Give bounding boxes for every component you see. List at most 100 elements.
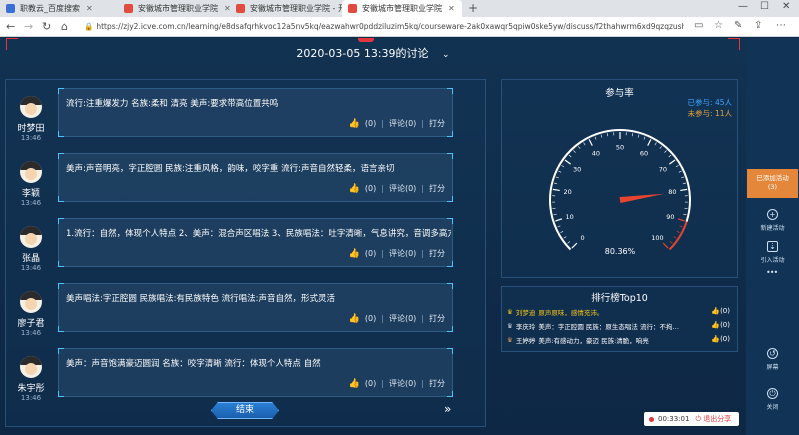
ranking-row: ♛ 刘梦迪 原声原味，感情充沛。 [507, 306, 722, 318]
reload-icon[interactable]: ↻ [42, 20, 51, 33]
tab-favicon-icon [6, 4, 15, 13]
like-count: (0) [364, 379, 377, 388]
gauge-tick [606, 133, 609, 137]
gauge-tick [567, 241, 571, 244]
gauge-tick [573, 150, 576, 153]
end-button[interactable]: 结束 [211, 402, 279, 419]
like-icon[interactable]: 👍 [349, 314, 360, 324]
post-author: 李颖 [21, 189, 40, 199]
url-field[interactable]: 🔒 https://zjy2.icve.com.cn/learning/e8ds… [84, 19, 684, 34]
reader-icon[interactable]: ▭ [694, 20, 703, 31]
close-tab-icon[interactable]: ✕ [86, 4, 93, 13]
gauge-tick-label: 100 [651, 234, 663, 242]
gauge-tick [662, 242, 669, 249]
screen-share-stage: 2020-03-05 13:39的讨论 ⌄ 时梦田 13:46 流行:注重爆发力 名… [0, 38, 746, 435]
added-activities-button[interactable]: 已添加活动 (3) [747, 169, 798, 198]
back-icon[interactable]: ← [6, 20, 15, 33]
ranking-like[interactable]: 👍(0) [711, 307, 730, 315]
like-icon[interactable]: 👍 [349, 184, 360, 194]
comment-link[interactable]: 评论(0) [389, 248, 416, 259]
screen-button[interactable]: ↺ 屏幕 [746, 348, 799, 371]
close-window-icon[interactable]: ✕ [782, 1, 790, 12]
import-activity-button[interactable]: ⇣ 引入活动 [746, 241, 799, 264]
post-text: 美声：声音饱满豪迈圆润 名族：咬字清晰 流行：体现个人特点 自然 [66, 359, 321, 369]
gauge-tick [558, 170, 562, 173]
new-activity-button[interactable]: + 新建活动 [746, 209, 799, 232]
recording-time: 00:33:01 [658, 415, 690, 423]
apps-grid-icon[interactable]: ••• [766, 268, 778, 277]
gauge-tick [600, 134, 603, 138]
power-icon: ⏻ [767, 388, 778, 399]
avatar [20, 291, 42, 313]
minimize-icon[interactable]: — [738, 1, 748, 12]
gauge-tick [664, 150, 667, 153]
like-icon[interactable]: 👍 [349, 119, 360, 129]
new-activity-label: 新建活动 [760, 225, 785, 232]
url-text: https://zjy2.icve.com.cn/learning/e8dsaf… [96, 22, 684, 31]
ranking-like[interactable]: 👍(0) [711, 321, 730, 329]
close-button[interactable]: ⏻ 关闭 [746, 388, 799, 411]
gauge-tick [669, 241, 673, 244]
browser-tab[interactable]: 安徽城市管理职业学院 ✕ [118, 0, 231, 17]
share-icon[interactable]: ⇪ [754, 20, 762, 31]
gauge-tick-label: 20 [564, 188, 572, 196]
like-icon[interactable]: 👍 [349, 249, 360, 259]
comment-link[interactable]: 评论(0) [389, 313, 416, 324]
gauge-tick [654, 142, 657, 146]
browser-tab-active[interactable]: 安徽城市管理职业学院 ✕ [342, 0, 462, 17]
new-tab-icon[interactable]: + [468, 1, 478, 15]
gauge-tick [578, 146, 581, 149]
browser-tab[interactable]: 职教云_百度搜索 ✕ [0, 0, 110, 17]
browser-tab[interactable]: 安徽城市管理职业学院 - 开 ✕ [230, 0, 359, 17]
like-count: (0) [364, 314, 377, 323]
address-bar-row: ← → ↻ ⌂ 🔒 https://zjy2.icve.com.cn/learn… [0, 17, 799, 37]
participation-gauge: 0 10 20 30 40 50 60 70 80 90 100 80.36% [549, 129, 691, 256]
avatar [20, 226, 42, 248]
comment-link[interactable]: 评论(0) [389, 378, 416, 389]
chevron-down-icon[interactable]: ⌄ [442, 50, 450, 60]
favorite-icon[interactable]: ☆ [714, 20, 723, 31]
capture-marker [358, 38, 374, 42]
gauge-tick-label: 70 [659, 165, 667, 173]
exit-share-label: 退出分享 [703, 415, 732, 423]
score-link[interactable]: 打分 [429, 183, 445, 194]
like-count: (0) [364, 249, 377, 258]
close-tab-icon[interactable]: ✕ [448, 4, 455, 13]
pen-icon[interactable]: ✎ [734, 20, 742, 31]
crown-icon: ♛ [507, 336, 513, 344]
gauge-tick-label: 30 [573, 165, 581, 173]
tab-label: 安徽城市管理职业学院 [138, 4, 218, 13]
more-menu-icon[interactable]: ⋯ [776, 20, 786, 31]
ranking-text: 美声：字正腔圆 民族：原生态唱法 流行：不拘… [538, 323, 679, 331]
comment-link[interactable]: 评论(0) [389, 183, 416, 194]
post-text: 美声唱法:字正腔圆 民族唱法:有民族特色 流行唱法:声音自然，形式灵活 [66, 294, 335, 304]
gauge-tick-label: 40 [592, 149, 600, 157]
exit-share-button[interactable]: ⏻ 退出分享 [695, 414, 731, 424]
like-count: (0) [364, 119, 377, 128]
activity-sidebar: 已添加活动 (3) + 新建活动 ⇣ 引入活动 ••• ↺ 屏幕 ⏻ 关闭 [746, 38, 799, 435]
gauge-tick [676, 231, 680, 234]
more-arrows-icon[interactable]: » [444, 402, 451, 416]
topic-header[interactable]: 2020-03-05 13:39的讨论 ⌄ [0, 45, 746, 61]
import-icon: ⇣ [767, 241, 778, 252]
plus-icon: + [767, 209, 778, 220]
like-count: (0) [720, 335, 730, 343]
post-text: 美声:声音明亮，字正腔圆 民族:注重风格，韵味，咬字重 流行:声音自然轻柔，语言… [66, 164, 395, 174]
score-link[interactable]: 打分 [429, 313, 445, 324]
maximize-icon[interactable]: ☐ [760, 1, 769, 12]
forward-icon[interactable]: → [24, 20, 33, 33]
comment-link[interactable]: 评论(0) [389, 118, 416, 129]
score-link[interactable]: 打分 [429, 378, 445, 389]
gauge-tick-label: 10 [565, 213, 573, 221]
avatar [20, 96, 42, 118]
tab-favicon-icon [348, 4, 357, 13]
score-link[interactable]: 打分 [429, 118, 445, 129]
gauge-tick [583, 142, 586, 146]
score-link[interactable]: 打分 [429, 248, 445, 259]
gauge-tick [659, 146, 662, 149]
like-icon[interactable]: 👍 [349, 379, 360, 389]
post-actions: 👍 (0) | 评论(0) | 打分 [348, 248, 445, 259]
discussion-list: 时梦田 13:46 流行:注重爆发力 名族:柔和 清亮 美声:要求带高位置共鸣 👍 (0… [5, 79, 486, 427]
ranking-like[interactable]: 👍(0) [711, 335, 730, 343]
home-icon[interactable]: ⌂ [61, 20, 68, 33]
